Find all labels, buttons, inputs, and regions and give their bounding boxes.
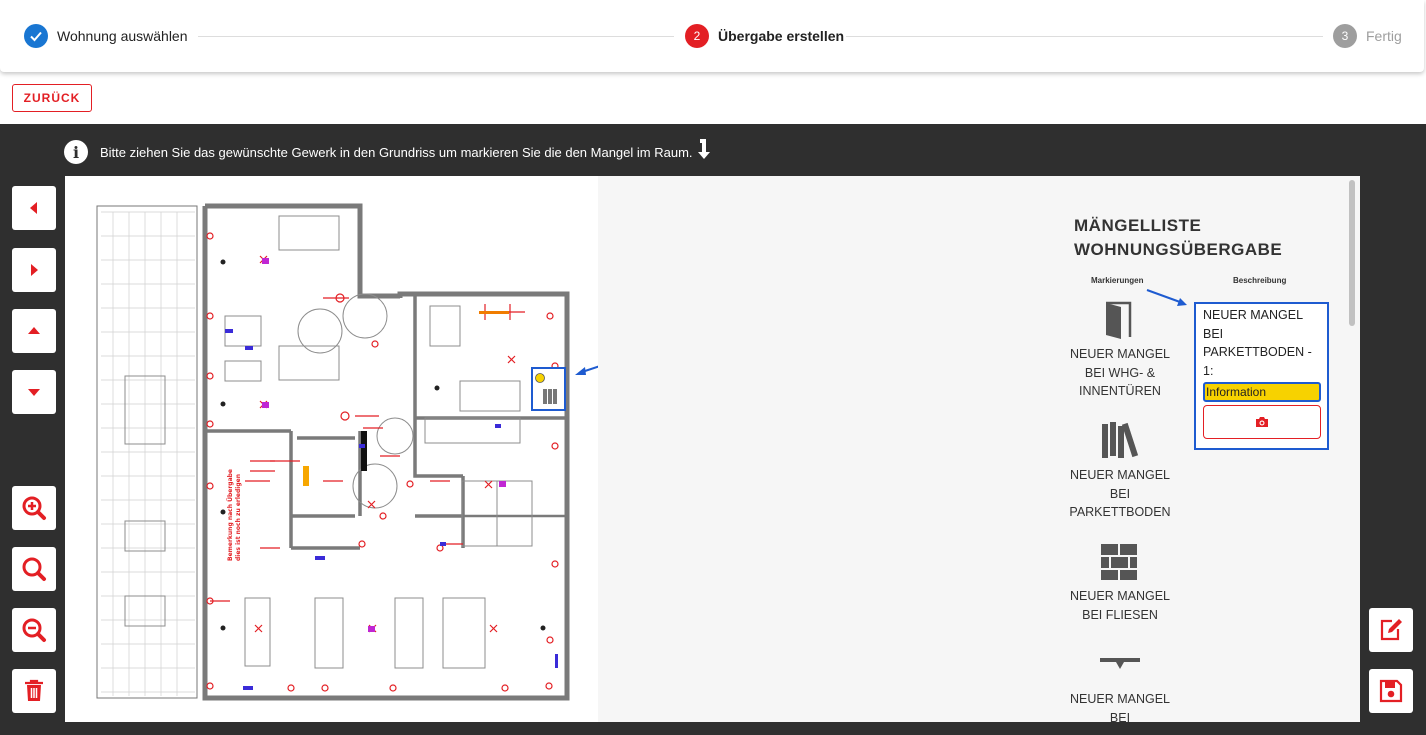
step-uebergabe-erstellen[interactable]: 2 Übergabe erstellen — [685, 24, 844, 48]
arrow-down-icon — [697, 138, 711, 166]
move-up-button[interactable] — [12, 309, 56, 353]
ceiling-icon — [1100, 658, 1140, 669]
caret-up-icon — [28, 327, 40, 334]
save-icon — [1379, 679, 1403, 703]
item-label-line: INNENTÜREN — [1079, 384, 1161, 398]
description-line: NEUER MANGEL — [1203, 308, 1304, 322]
item-label-line: NEUER MANGEL — [1069, 347, 1171, 361]
step-fertig[interactable]: 3 Fertig — [1333, 24, 1402, 48]
zoom-out-button[interactable] — [12, 608, 56, 652]
camera-button[interactable] — [1203, 405, 1321, 439]
instruction-row: i Bitte ziehen Sie das gewünschte Gewerk… — [64, 138, 711, 166]
step-label: Fertig — [1366, 28, 1402, 44]
item-label-line: BEI WHG- & — [1084, 365, 1156, 380]
description-title: NEUER MANGEL BEI PARKETTBODEN - 1: — [1203, 306, 1321, 380]
arrow-icon — [1146, 289, 1187, 306]
step-connector — [198, 36, 674, 37]
zoom-in-button[interactable] — [12, 486, 56, 530]
trash-icon — [25, 679, 43, 701]
step-wohnung-auswaehlen[interactable]: Wohnung auswählen — [24, 24, 188, 48]
item-label-line: NEUER MANGEL — [1069, 468, 1171, 482]
move-down-button[interactable] — [12, 370, 56, 414]
svg-text:dies ist noch zu erledigen: dies ist noch zu erledigen — [235, 474, 242, 561]
info-icon: i — [64, 140, 88, 164]
item-label-line: BEI — [1109, 710, 1131, 725]
scrollbar-thumb[interactable] — [1349, 180, 1355, 326]
step-number: 2 — [685, 24, 709, 48]
check-icon — [24, 24, 48, 48]
stepper: Wohnung auswählen 2 Übergabe erstellen 3… — [0, 0, 1424, 72]
parquet-icon — [1102, 422, 1139, 458]
column-header-markings: Markierungen — [1091, 276, 1144, 285]
edit-icon — [1380, 619, 1402, 641]
title-line-1: MÄNGELLISTE — [1074, 216, 1202, 235]
description-line: BEI — [1203, 326, 1224, 341]
scrollbar[interactable] — [1347, 178, 1357, 722]
save-button[interactable] — [1369, 669, 1413, 713]
description-line: PARKETTBODEN - — [1203, 345, 1312, 359]
move-right-button[interactable] — [12, 248, 56, 292]
camera-icon — [1256, 417, 1268, 427]
item-label-line: BEI FLIESEN — [1082, 607, 1158, 622]
instruction-text: Bitte ziehen Sie das gewünschte Gewerk i… — [100, 144, 693, 160]
caret-right-icon — [31, 264, 38, 276]
panel-title: MÄNGELLISTE WOHNUNGSÜBERGABE — [1074, 214, 1282, 262]
item-label-line: PARKETTBODEN — [1069, 505, 1171, 519]
title-line-2: WOHNUNGSÜBERGABE — [1074, 240, 1283, 259]
caret-left-icon — [30, 202, 37, 214]
column-header-description: Beschreibung — [1233, 276, 1287, 285]
step-label: Übergabe erstellen — [718, 28, 845, 44]
step-label: Wohnung auswählen — [57, 28, 188, 44]
step-number: 3 — [1333, 24, 1357, 48]
item-label-line: NEUER MANGEL — [1069, 589, 1171, 603]
zoom-in-icon — [22, 496, 46, 520]
description-line: 1: — [1203, 363, 1214, 378]
zoom-out-icon — [22, 618, 46, 642]
item-label-line: BEI — [1109, 486, 1131, 501]
item-label-line: NEUER MANGEL — [1069, 692, 1171, 706]
move-left-button[interactable] — [12, 186, 56, 230]
svg-text:Bemerkung nach Übergabe: Bemerkung nach Übergabe — [227, 469, 234, 561]
zoom-reset-button[interactable] — [12, 547, 56, 591]
search-icon — [22, 557, 46, 581]
step-connector — [846, 36, 1323, 37]
floorplan[interactable]: Bemerkung nach Übergabe dies ist noch zu… — [65, 176, 598, 722]
delete-button[interactable] — [12, 669, 56, 713]
back-button[interactable]: ZURÜCK — [12, 84, 92, 112]
tiles-icon — [1101, 544, 1137, 580]
caret-down-icon — [28, 389, 40, 396]
door-icon — [1106, 301, 1132, 339]
edit-button[interactable] — [1369, 608, 1413, 652]
description-input[interactable]: Information — [1203, 382, 1321, 402]
